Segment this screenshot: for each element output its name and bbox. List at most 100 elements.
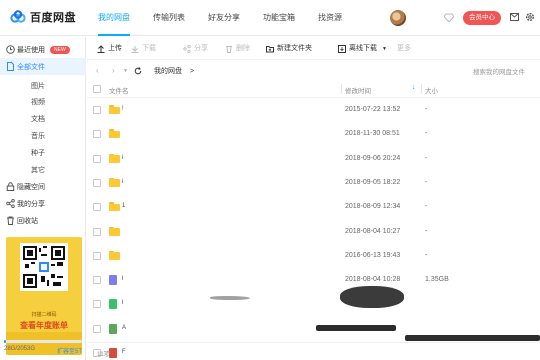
share-label: 分享 [194, 45, 208, 52]
sidebar-item-label: 全部文件 [17, 63, 45, 71]
tab-find-resources[interactable]: 找资源 [318, 0, 342, 36]
sidebar-sub-torrents[interactable]: 种子 [31, 148, 45, 158]
table-row[interactable]: 2018-08-04 10:27 - [87, 220, 540, 244]
refresh-icon[interactable] [134, 67, 142, 75]
chevron-down-icon[interactable]: ▼ [123, 68, 128, 74]
new-folder-button[interactable]: 新建文件夹 [266, 37, 312, 60]
back-icon[interactable]: ‹ [96, 66, 99, 75]
offline-download-label: 离线下载 [349, 45, 377, 52]
sort-arrow-icon[interactable]: ↓ [412, 84, 416, 91]
table-row[interactable]: i 2018-09-05 18:22 - [87, 171, 540, 195]
search-input[interactable]: 搜索我的网盘文件 [473, 66, 525, 76]
file-name[interactable]: ! [122, 106, 124, 112]
sidebar-item-recent[interactable]: 最近使用 NEW [0, 41, 86, 58]
file-name[interactable]: i [122, 155, 123, 161]
file-name[interactable]: l [122, 276, 123, 282]
column-divider [421, 84, 422, 94]
file-size: - [425, 227, 428, 235]
folder-icon [109, 105, 120, 114]
row-checkbox[interactable] [93, 227, 101, 236]
apk-file-icon [109, 323, 117, 334]
file-size: - [425, 203, 428, 211]
redaction-smudge [405, 335, 540, 341]
folder-icon [109, 202, 120, 212]
expand-storage-link[interactable]: 扩容至5T [57, 346, 82, 355]
promo-title: 查看年度账单 [20, 321, 68, 330]
table-row[interactable]: i 2018-09-06 20:24 - [87, 147, 540, 171]
mail-icon[interactable] [510, 13, 519, 21]
file-size: - [425, 106, 428, 113]
table-row[interactable]: 1 2018-08-09 12:34 - [87, 195, 540, 219]
more-button[interactable]: ··· 更多 [385, 37, 411, 60]
row-checkbox[interactable] [93, 178, 101, 187]
file-modified-time: 2018-08-09 12:34 [345, 203, 401, 211]
sidebar-sub-videos[interactable]: 视频 [31, 97, 45, 107]
file-name[interactable]: l [122, 300, 123, 306]
sidebar-item-all-files[interactable]: 全部文件 [0, 58, 86, 75]
storage-bar-fill [4, 340, 6, 343]
delete-button[interactable]: 删除 [225, 37, 250, 60]
tab-transfer-list[interactable]: 传输列表 [153, 0, 185, 36]
diamond-icon[interactable] [444, 13, 454, 22]
new-folder-icon [266, 46, 274, 53]
sidebar-item-hidden-space[interactable]: 隐藏空间 [0, 178, 86, 195]
row-checkbox[interactable] [93, 251, 101, 260]
status-bar: 11项 [87, 342, 540, 360]
breadcrumb[interactable]: 我的网盘 > [154, 66, 194, 76]
row-checkbox[interactable] [93, 203, 101, 212]
sidebar-sub-music[interactable]: 音乐 [31, 131, 45, 141]
sidebar-item-label: 我的分享 [17, 200, 45, 208]
tab-my-netdisk[interactable]: 我的网盘 [98, 0, 130, 36]
column-header-time[interactable]: 修改时间 [345, 85, 371, 95]
table-row[interactable]: 2018-11-30 08:51 - [87, 122, 540, 146]
sidebar-sub-others[interactable]: 其它 [31, 165, 45, 175]
breadcrumb-separator: > [189, 68, 195, 75]
table-row[interactable]: 2016-06-13 19:43 - [87, 244, 540, 268]
file-name[interactable]: i [122, 179, 123, 185]
sidebar-item-recycle-bin[interactable]: 回收站 [0, 212, 86, 229]
folder-icon [109, 250, 120, 260]
share-button[interactable]: 分享 [183, 37, 208, 60]
breadcrumb-root[interactable]: 我的网盘 [154, 68, 182, 75]
gear-icon[interactable] [525, 12, 535, 22]
tab-toolbox[interactable]: 功能宝箱 [263, 0, 295, 36]
path-bar: ‹ › ▼ 我的网盘 > 搜索我的网盘文件 [87, 61, 540, 81]
sidebar-sub-images[interactable]: 图片 [31, 81, 45, 91]
row-checkbox[interactable] [93, 154, 101, 163]
annual-bill-promo[interactable]: 扫描二维码 查看年度账单 [6, 237, 82, 355]
file-size: 1.35GB [425, 276, 449, 284]
tab-friend-share[interactable]: 好友分享 [208, 0, 240, 36]
row-checkbox[interactable] [93, 276, 101, 285]
table-row[interactable]: l [87, 292, 540, 316]
upload-button[interactable]: 上传 [97, 37, 122, 60]
row-checkbox[interactable] [93, 300, 101, 309]
trash-icon [7, 216, 14, 225]
table-row[interactable]: l 2018-08-04 10:28 1.35GB [87, 268, 540, 292]
file-modified-time: 2015-07-22 13:52 [345, 106, 401, 113]
redaction-smudge [340, 286, 404, 308]
row-checkbox[interactable] [93, 324, 101, 333]
file-name[interactable]: A [122, 325, 126, 331]
top-bar: 百度网盘 我的网盘 传输列表 好友分享 功能宝箱 找资源 会员中心 [0, 0, 540, 36]
row-checkbox[interactable] [93, 130, 101, 139]
vip-center-button[interactable]: 会员中心 [463, 11, 501, 25]
file-name[interactable]: 1 [122, 203, 125, 209]
sidebar: 最近使用 NEW 全部文件 图片 视频 文档 音乐 种子 其它 隐藏空间 我的分… [0, 37, 86, 360]
column-header-size[interactable]: 大小 [425, 85, 438, 95]
redaction-smudge [316, 325, 396, 331]
file-modified-time: 2018-11-30 08:51 [345, 130, 400, 138]
storage-bar [4, 340, 82, 343]
baidu-netdisk-logo[interactable]: 百度网盘 [10, 9, 76, 25]
sidebar-item-my-shares[interactable]: 我的分享 [0, 195, 86, 212]
column-header-name[interactable]: 文件名 [109, 85, 129, 95]
folder-icon [109, 129, 120, 139]
avatar[interactable] [390, 10, 406, 26]
download-button[interactable]: 下载 [131, 37, 156, 60]
table-row[interactable]: ! 2015-07-22 13:52 - [87, 98, 540, 122]
offline-download-button[interactable]: 离线下载 ▼ [338, 37, 387, 60]
sidebar-sub-documents[interactable]: 文档 [31, 114, 45, 124]
forward-icon[interactable]: › [112, 66, 115, 75]
select-all-checkbox[interactable] [93, 85, 101, 93]
sidebar-item-label: 隐藏空间 [17, 183, 45, 191]
row-checkbox[interactable] [93, 106, 101, 114]
